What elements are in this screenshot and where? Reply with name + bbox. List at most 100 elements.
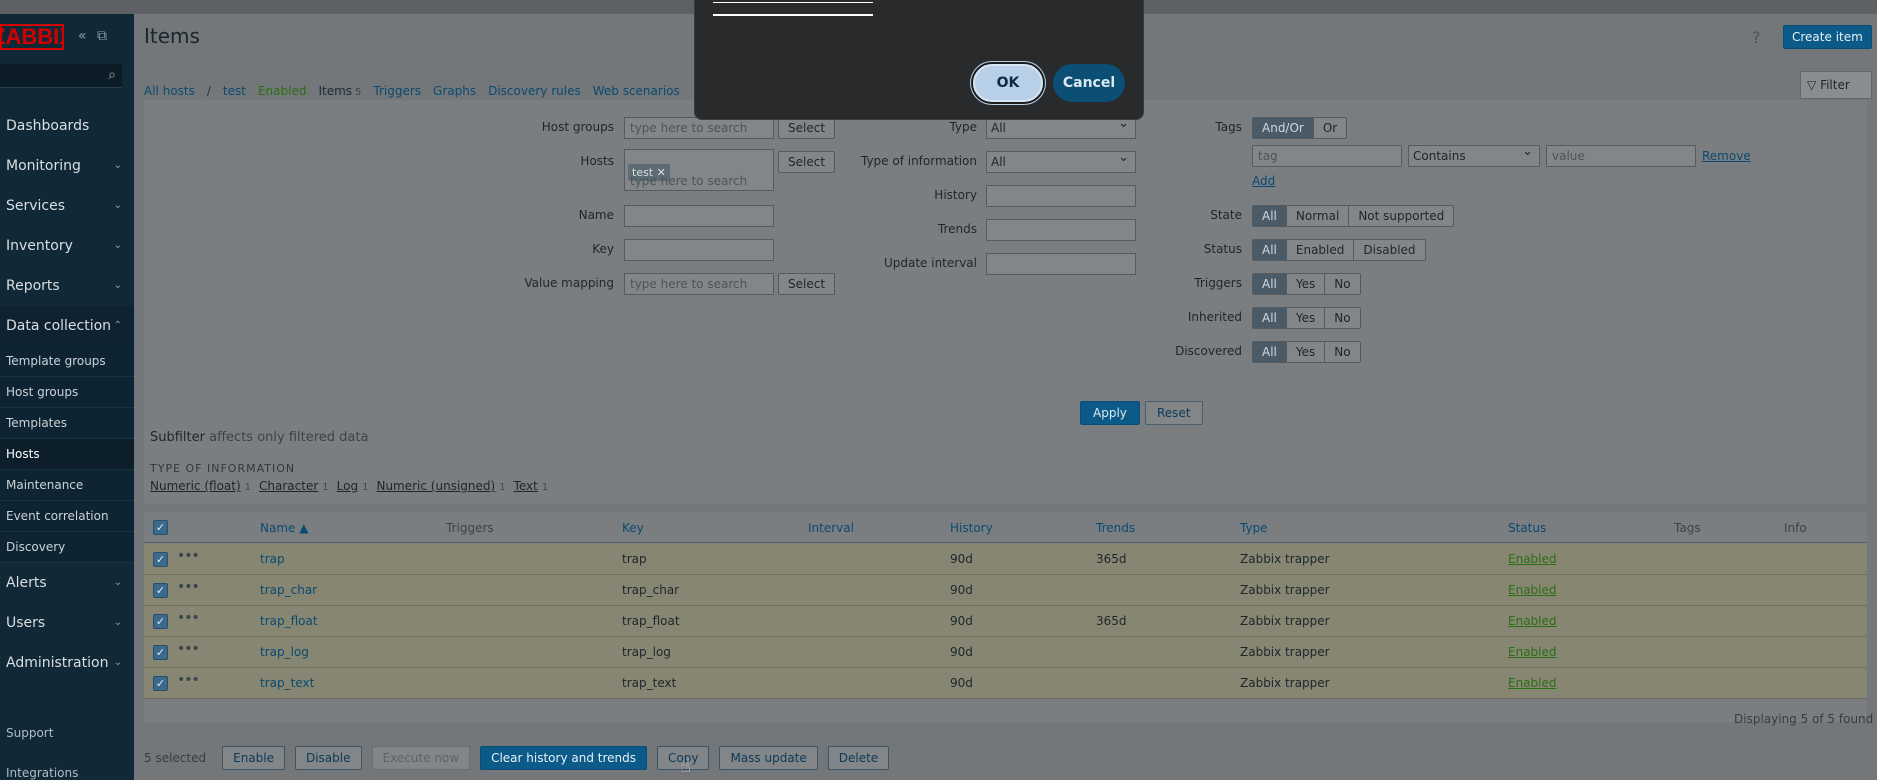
col-key[interactable]: Key bbox=[622, 521, 644, 535]
row-checkbox[interactable]: ✓ bbox=[153, 614, 168, 629]
disable-button[interactable]: Disable bbox=[294, 746, 362, 770]
inherited-toggle[interactable]: All Yes No bbox=[1252, 307, 1361, 329]
add-tag-link[interactable]: Add bbox=[1252, 174, 1275, 188]
triggers-all[interactable]: All bbox=[1253, 274, 1287, 294]
discovered-no[interactable]: No bbox=[1325, 342, 1360, 362]
integrations-link[interactable]: Integrations bbox=[6, 766, 78, 780]
status-enabled[interactable]: Enabled bbox=[1286, 240, 1355, 260]
type-select[interactable]: All bbox=[986, 114, 1136, 139]
name-input[interactable] bbox=[624, 205, 774, 227]
filter-toggle-button[interactable]: ▽ Filter bbox=[1800, 71, 1872, 99]
menu-item-dashboards[interactable]: Dashboards bbox=[0, 106, 134, 146]
execute-now-button[interactable]: Execute now bbox=[371, 746, 471, 770]
discovered-yes[interactable]: Yes bbox=[1286, 342, 1326, 362]
submenu-item-maintenance[interactable]: Maintenance bbox=[0, 470, 134, 501]
clear-history-button[interactable]: Clear history and trends bbox=[480, 746, 647, 770]
col-name[interactable]: Name ▲ bbox=[260, 521, 308, 535]
subfilter-item[interactable]: Text 1 bbox=[514, 479, 549, 493]
apply-button[interactable]: Apply bbox=[1080, 401, 1140, 425]
enable-button[interactable]: Enable bbox=[222, 746, 285, 770]
menu-item-alerts[interactable]: Alerts ⌄ bbox=[0, 563, 134, 603]
reset-button[interactable]: Reset bbox=[1145, 401, 1203, 425]
triggers-no[interactable]: No bbox=[1325, 274, 1360, 294]
col-type[interactable]: Type bbox=[1240, 521, 1268, 535]
triggers-toggle[interactable]: All Yes No bbox=[1252, 273, 1361, 295]
state-not-supported[interactable]: Not supported bbox=[1349, 206, 1454, 226]
host-groups-select-button[interactable]: Select bbox=[778, 117, 836, 139]
zabbix-logo[interactable]: ZABBIX bbox=[0, 24, 64, 50]
state-normal[interactable]: Normal bbox=[1286, 206, 1350, 226]
history-input[interactable] bbox=[986, 185, 1136, 207]
delete-button[interactable]: Delete bbox=[827, 746, 890, 770]
more-actions-icon[interactable]: ••• bbox=[177, 672, 200, 688]
tag-value-input[interactable]: value bbox=[1546, 145, 1696, 167]
value-mapping-input[interactable]: type here to search bbox=[624, 273, 774, 295]
value-mapping-select-button[interactable]: Select bbox=[778, 273, 836, 295]
item-name-link[interactable]: trap_char bbox=[260, 583, 317, 597]
row-checkbox[interactable]: ✓ bbox=[153, 552, 168, 567]
menu-item-monitoring[interactable]: Monitoring ⌄ bbox=[0, 146, 134, 186]
type-of-information-select[interactable]: All bbox=[986, 148, 1136, 173]
menu-item-reports[interactable]: Reports ⌄ bbox=[0, 266, 134, 306]
menu-item-users[interactable]: Users ⌄ bbox=[0, 603, 134, 643]
tag-name-input[interactable]: tag bbox=[1252, 145, 1402, 167]
subfilter-item[interactable]: Character 1 bbox=[259, 479, 329, 493]
menu-item-data-collection[interactable]: Data collection ⌃ bbox=[0, 306, 134, 346]
kiosk-mode-icon[interactable]: ⧉ bbox=[97, 28, 107, 44]
select-all-checkbox[interactable]: ✓ bbox=[153, 520, 168, 535]
remove-tag-link[interactable]: Remove bbox=[1702, 149, 1751, 163]
subfilter-item[interactable]: Log 1 bbox=[337, 479, 369, 493]
create-item-button[interactable]: Create item bbox=[1783, 25, 1872, 49]
item-name-link[interactable]: trap_float bbox=[260, 614, 318, 628]
col-interval[interactable]: Interval bbox=[808, 521, 854, 535]
menu-item-administration[interactable]: Administration ⌄ bbox=[0, 643, 134, 683]
item-name-link[interactable]: trap bbox=[260, 552, 285, 566]
discovered-all[interactable]: All bbox=[1253, 342, 1287, 362]
inherited-all[interactable]: All bbox=[1253, 308, 1287, 328]
item-status-link[interactable]: Enabled bbox=[1508, 645, 1557, 659]
key-input[interactable] bbox=[624, 239, 774, 261]
submenu-item-event-correlation[interactable]: Event correlation bbox=[0, 501, 134, 532]
collapse-sidebar-icon[interactable]: « bbox=[78, 28, 87, 44]
row-checkbox[interactable]: ✓ bbox=[153, 676, 168, 691]
status-disabled[interactable]: Disabled bbox=[1354, 240, 1425, 260]
item-status-link[interactable]: Enabled bbox=[1508, 614, 1557, 628]
inherited-yes[interactable]: Yes bbox=[1286, 308, 1326, 328]
menu-item-services[interactable]: Services ⌄ bbox=[0, 186, 134, 226]
status-toggle[interactable]: All Enabled Disabled bbox=[1252, 239, 1426, 261]
col-history[interactable]: History bbox=[950, 521, 993, 535]
more-actions-icon[interactable]: ••• bbox=[177, 548, 200, 564]
subfilter-item[interactable]: Numeric (float) 1 bbox=[150, 479, 251, 493]
row-checkbox[interactable]: ✓ bbox=[153, 645, 168, 660]
help-icon[interactable]: ? bbox=[1752, 28, 1761, 47]
cancel-button[interactable]: Cancel bbox=[1053, 64, 1125, 102]
submenu-item-host-groups[interactable]: Host groups bbox=[0, 377, 134, 408]
tags-andor-toggle[interactable]: And/Or Or bbox=[1252, 117, 1348, 139]
update-interval-input[interactable] bbox=[986, 253, 1136, 275]
item-status-link[interactable]: Enabled bbox=[1508, 552, 1557, 566]
menu-item-inventory[interactable]: Inventory ⌄ bbox=[0, 226, 134, 266]
more-actions-icon[interactable]: ••• bbox=[177, 610, 200, 626]
submenu-item-templates[interactable]: Templates bbox=[0, 408, 134, 439]
item-name-link[interactable]: trap_text bbox=[260, 676, 314, 690]
col-trends[interactable]: Trends bbox=[1096, 521, 1135, 535]
sidebar-search-input[interactable]: ⌕ bbox=[0, 64, 122, 88]
tag-operator-select[interactable]: Contains bbox=[1408, 142, 1540, 167]
inherited-no[interactable]: No bbox=[1325, 308, 1360, 328]
host-groups-input[interactable]: type here to search bbox=[624, 117, 774, 139]
submenu-item-discovery[interactable]: Discovery bbox=[0, 532, 134, 563]
more-actions-icon[interactable]: ••• bbox=[177, 579, 200, 595]
tags-or-option[interactable]: Or bbox=[1313, 118, 1347, 138]
status-all[interactable]: All bbox=[1253, 240, 1287, 260]
state-all[interactable]: All bbox=[1253, 206, 1287, 226]
hosts-select-button[interactable]: Select bbox=[778, 151, 836, 173]
submenu-item-template-groups[interactable]: Template groups bbox=[0, 346, 134, 377]
item-status-link[interactable]: Enabled bbox=[1508, 583, 1557, 597]
state-toggle[interactable]: All Normal Not supported bbox=[1252, 205, 1455, 227]
discovered-toggle[interactable]: All Yes No bbox=[1252, 341, 1361, 363]
col-status[interactable]: Status bbox=[1508, 521, 1546, 535]
support-link[interactable]: Support bbox=[6, 726, 78, 766]
row-checkbox[interactable]: ✓ bbox=[153, 583, 168, 598]
item-status-link[interactable]: Enabled bbox=[1508, 676, 1557, 690]
search-icon[interactable]: ⌕ bbox=[108, 67, 116, 83]
